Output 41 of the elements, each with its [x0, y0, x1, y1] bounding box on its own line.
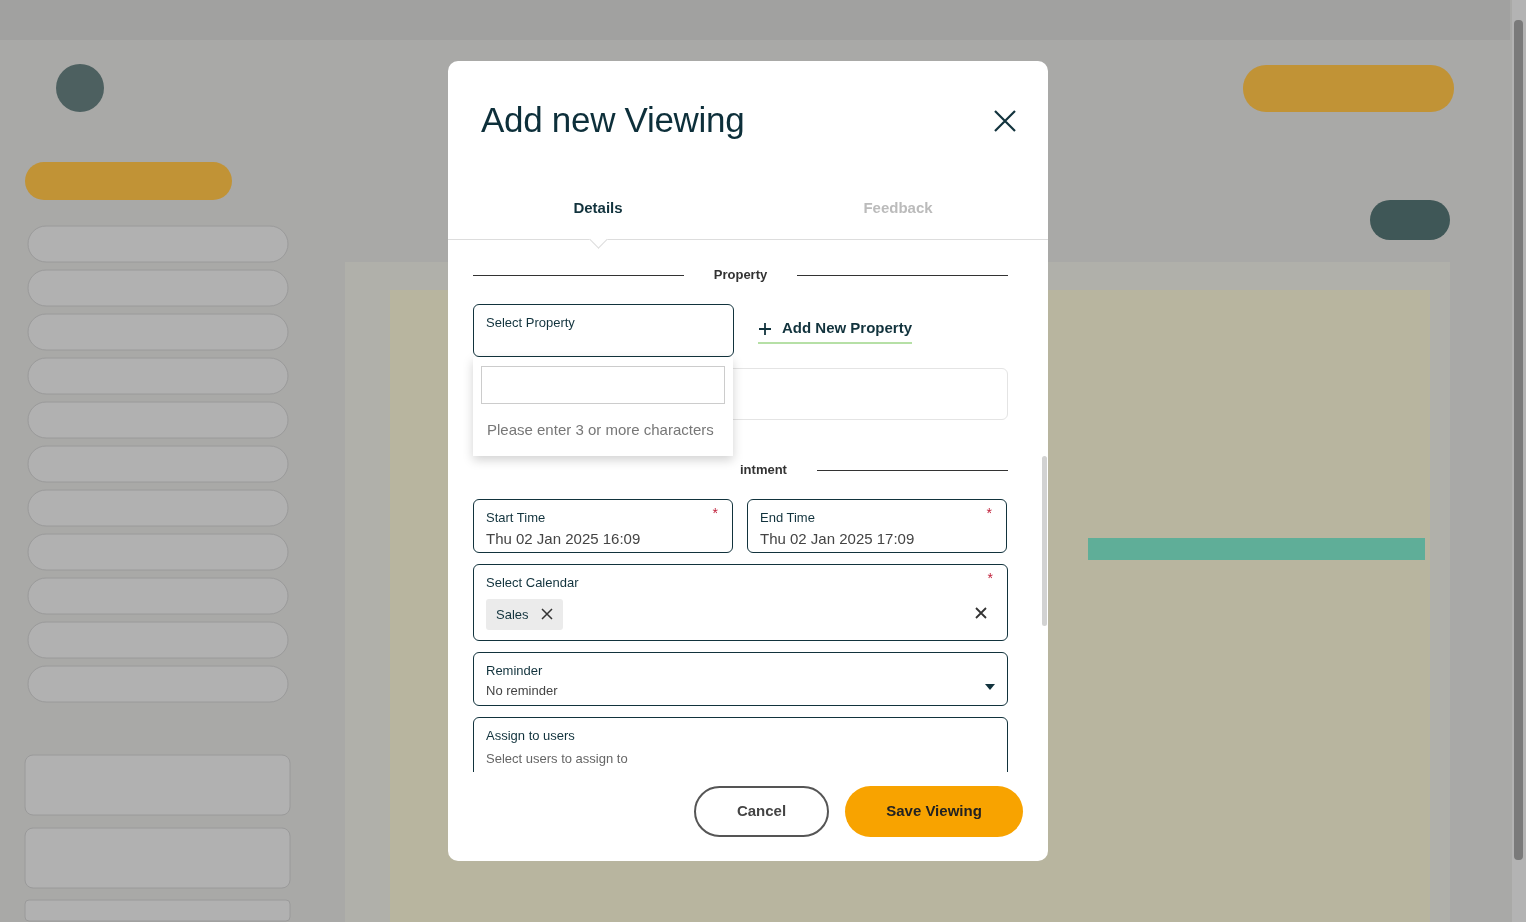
scrollbar[interactable]	[1512, 0, 1526, 922]
required-mark: *	[987, 571, 993, 585]
date-time-field[interactable]: Start Time * Thu 02 Jan 2025 16:09	[473, 499, 733, 553]
reminder-select[interactable]: Reminder No reminder	[473, 652, 1008, 706]
tab[interactable]: Details	[573, 197, 623, 220]
required-mark: *	[986, 506, 992, 520]
close-icon[interactable]	[992, 108, 1018, 134]
field-label: Select Calendar	[486, 574, 579, 592]
view-button[interactable]	[1370, 200, 1450, 240]
plus-icon	[758, 321, 772, 336]
scrollbar[interactable]	[1042, 456, 1047, 626]
dropdown-message: Please enter 3 or more characters	[487, 420, 715, 440]
users-select[interactable]: Assign to users Select users to assign to	[473, 717, 1008, 772]
field-placeholder: Select users to assign to	[486, 750, 629, 767]
field-value: Thu 02 Jan 2025 16:09	[486, 528, 642, 549]
section-heading: intment	[740, 461, 787, 480]
dialog-title: Add new Viewing	[481, 99, 745, 141]
field-label: Start Time	[486, 509, 546, 527]
account-button[interactable]	[1243, 65, 1454, 112]
date-time-field[interactable]: End Time * Thu 02 Jan 2025 17:09	[747, 499, 1007, 553]
section-heading: Property	[713, 266, 768, 285]
tag-label: Sales	[496, 605, 529, 624]
field-label: Reminder	[486, 662, 543, 680]
calendar-event[interactable]	[1088, 538, 1425, 560]
cancel-button[interactable]: Cancel	[694, 786, 829, 837]
clear-icon[interactable]	[975, 607, 987, 619]
field-value: No reminder	[486, 681, 559, 700]
add-property-link[interactable]: Add New Property	[758, 317, 913, 344]
property-select[interactable]: Select Property	[473, 304, 734, 357]
add-button[interactable]	[25, 162, 232, 200]
field-value: Thu 02 Jan 2025 17:09	[760, 528, 916, 549]
search-field[interactable]	[481, 366, 725, 404]
required-mark: *	[712, 506, 718, 520]
field-label: Select Property	[486, 314, 575, 332]
calendar-select[interactable]: Select Calendar * Sales	[473, 564, 1008, 641]
save-button[interactable]: Save Viewing	[845, 786, 1023, 837]
field-label: Assign to users	[486, 727, 575, 745]
caret-icon	[985, 684, 995, 690]
logo-icon	[56, 64, 104, 112]
field-label: End Time	[760, 509, 815, 527]
remove-icon[interactable]	[540, 608, 553, 621]
